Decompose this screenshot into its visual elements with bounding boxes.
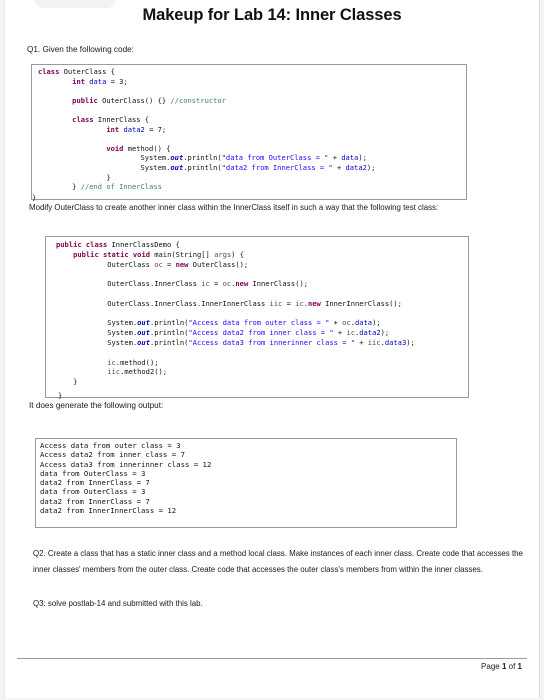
q2-text: Q2. Create a class that has a static inn… <box>33 549 523 574</box>
program-output: Access data from outer class = 3 Access … <box>40 441 211 515</box>
output-line: data2 from InnerClass = 7 <box>40 478 150 488</box>
code-line: class InnerClass { <box>72 114 150 124</box>
document-page: Makeup for Lab 14: Inner Classes Q1. Giv… <box>4 0 540 698</box>
code-block-outerclass: class OuterClass { int data = 3; public … <box>31 64 467 200</box>
page-current: 1 <box>501 662 507 671</box>
code-outerclass: class OuterClass { int data = 3; public … <box>38 67 375 192</box>
code-line: class OuterClass { <box>38 67 115 76</box>
program-output-box: Access data from outer class = 3 Access … <box>35 438 457 528</box>
code-line: int data = 3; <box>72 76 128 86</box>
output-line: data from OuterClass = 3 <box>40 468 146 478</box>
output-intro: It does generate the following output: <box>29 401 164 410</box>
code-line: } <box>73 377 78 387</box>
code-line: OuterClass.InnerClass.InnerInnerClass ii… <box>107 298 402 308</box>
output-line: data from OuterClass = 3 <box>40 487 146 497</box>
page-number: Page 1 of 1 <box>481 662 522 671</box>
output-line: Access data3 from innerinner class = 12 <box>40 459 212 469</box>
code-line: System.out.println("Access data from out… <box>107 318 381 328</box>
code-line: System.out.println("Access data3 from in… <box>107 337 415 347</box>
code-closing-brace: } <box>58 391 63 400</box>
code-line: OuterClass oc = new OuterClass(); <box>107 259 249 269</box>
of-label: of <box>508 662 516 671</box>
code-innerclassdemo: public class InnerClassDemo { public sta… <box>56 240 415 387</box>
footer-divider <box>17 658 527 659</box>
code-block-innerclassdemo: public class InnerClassDemo { public sta… <box>45 236 469 398</box>
code-line: OuterClass.InnerClass ic = oc.new InnerC… <box>107 279 309 289</box>
code-line: System.out.println("data2 from InnerClas… <box>140 162 376 172</box>
page-total: 1 <box>517 662 522 671</box>
output-line: data2 from InnerClass = 7 <box>40 496 150 506</box>
code-line: iic.method2(); <box>107 367 168 377</box>
code-line: public class InnerClassDemo { <box>56 240 180 249</box>
code-line: } <box>106 172 111 182</box>
page-label: Page <box>481 662 500 671</box>
q1-intro: Q1. Given the following code: <box>27 45 134 54</box>
code-line: ic.method(); <box>107 357 159 367</box>
output-line: data2 from InnerInnerClass = 12 <box>40 506 177 516</box>
code-line: void method() { <box>106 143 171 153</box>
code-line: public static void main(String[] args) { <box>73 249 244 259</box>
code-line: int data2 = 7; <box>106 124 167 134</box>
q3-text: Q3: solve postlab-14 and submitted with … <box>33 599 203 608</box>
code-line: System.out.println("Access data2 from in… <box>107 328 390 338</box>
q1-instruction: Modify OuterClass to create another inne… <box>29 203 439 212</box>
code-line: public OuterClass() {} //constructor <box>72 95 226 105</box>
document-title: Makeup for Lab 14: Inner Classes <box>142 6 402 24</box>
output-line: Access data2 from inner class = 7 <box>40 450 185 460</box>
code-line: } //end of InnerClass <box>72 182 162 192</box>
code-closing-brace: } <box>32 193 37 202</box>
output-line: Access data from outer class = 3 <box>40 441 181 450</box>
code-line: System.out.println("data from OuterClass… <box>140 153 367 163</box>
